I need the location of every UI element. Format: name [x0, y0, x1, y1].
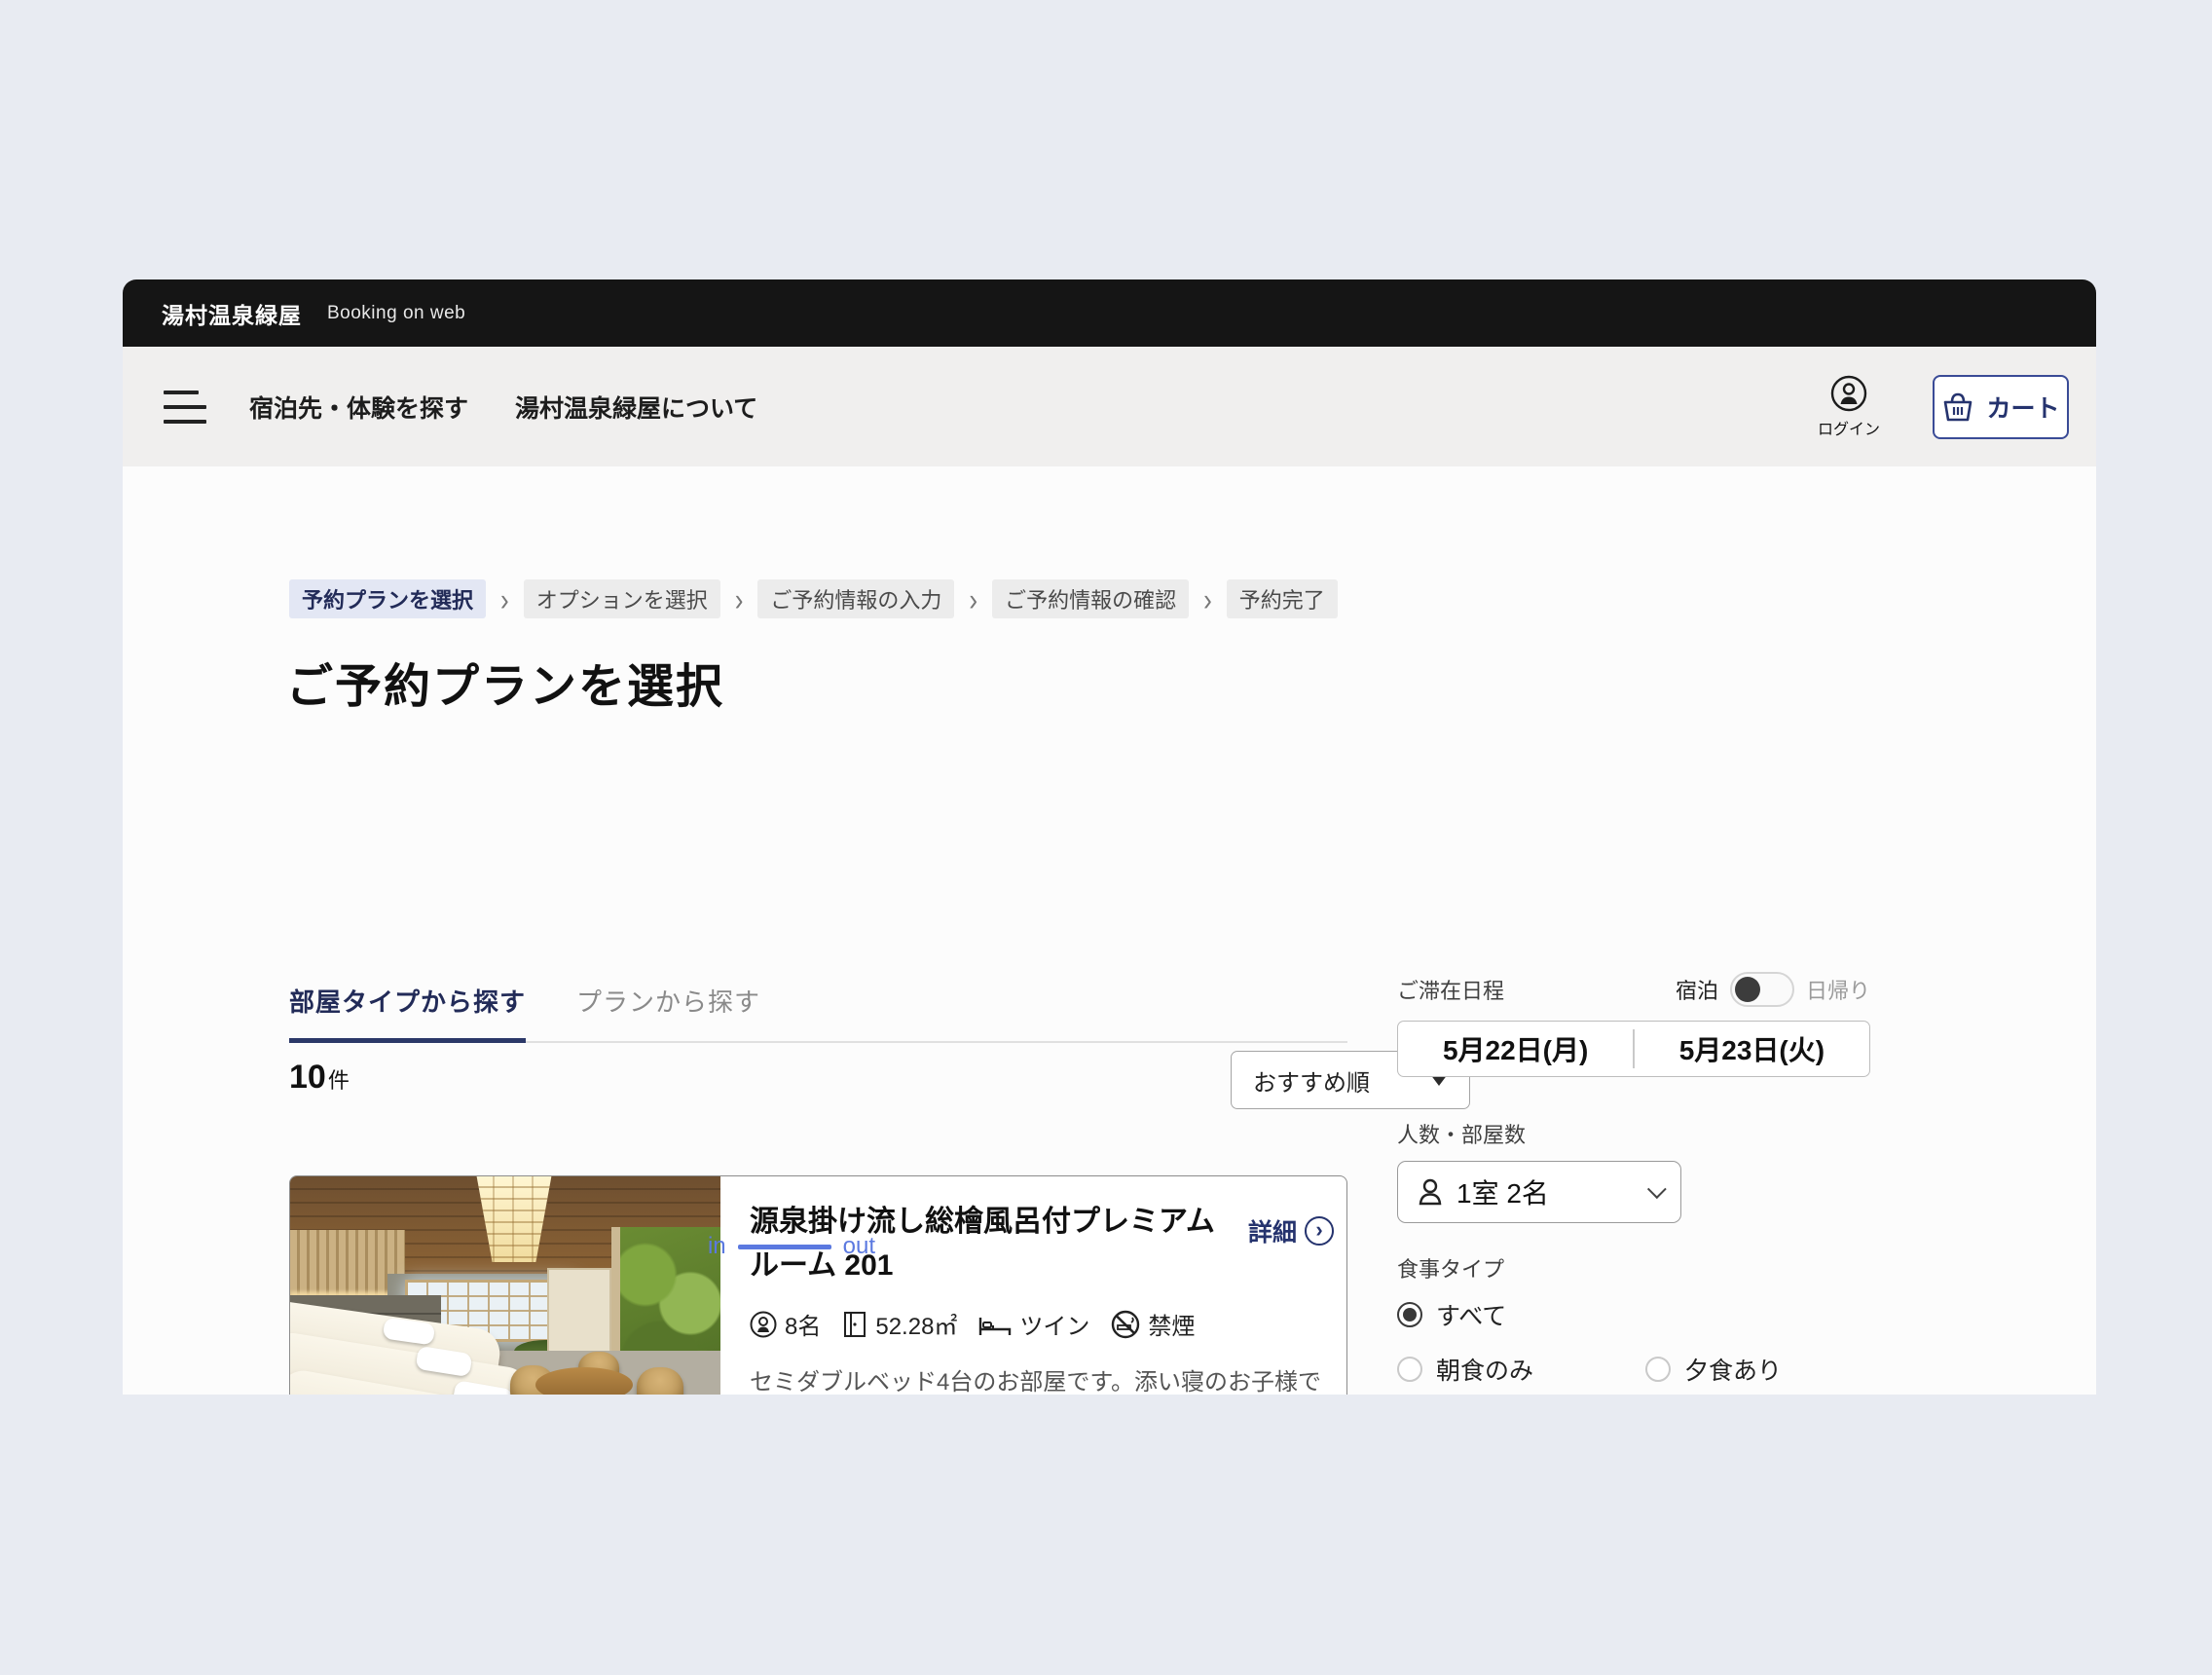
stay-dates-label: ご滞在日程	[1397, 974, 1504, 1005]
radio-icon	[1645, 1357, 1671, 1382]
date-range-picker[interactable]: 5月22日(月) 5月23日(火)	[1397, 1021, 1870, 1077]
nav-item-about[interactable]: 湯村温泉緑屋について	[515, 390, 757, 425]
guests-rooms-value: 1室 2名	[1456, 1172, 1549, 1211]
screenshot-stage: 湯村温泉緑屋 Booking on web 宿泊先・体験を探す 湯村温泉緑屋につ…	[0, 0, 2212, 1675]
chevron-right-icon: ›	[735, 583, 744, 615]
room-photo	[290, 1176, 720, 1395]
room-detail-link[interactable]: 詳細 ›	[1248, 1213, 1334, 1248]
chevron-right-icon: ›	[1203, 583, 1212, 615]
breadcrumb-step-select-plan[interactable]: 予約プランを選択	[289, 579, 486, 618]
nav-links: 宿泊先・体験を探す 湯村温泉緑屋について	[249, 390, 757, 425]
toggle-knob	[1735, 977, 1760, 1002]
radio-icon	[1397, 1357, 1422, 1382]
brand-name: 湯村温泉緑屋	[162, 297, 302, 330]
radio-selected-icon	[1397, 1302, 1422, 1327]
breadcrumb: 予約プランを選択 › オプションを選択 › ご予約情報の入力 › ご予約情報の確…	[289, 579, 1338, 618]
cart-basket-icon	[1941, 391, 1974, 423]
tab-by-plan[interactable]: プランから探す	[576, 983, 760, 1043]
product-name: Booking on web	[327, 303, 465, 324]
chevron-right-icon: ›	[969, 583, 977, 615]
radio-meal-all[interactable]: すべて	[1397, 1297, 1870, 1332]
spec-area: 52.28㎡	[842, 1307, 957, 1341]
meal-type-options: すべて 朝食のみ 夕食あり 夕朝食あり	[1397, 1297, 1870, 1395]
radio-meal-breakfast-only[interactable]: 朝食のみ	[1397, 1352, 1645, 1387]
toggle-label-daytrip: 日帰り	[1806, 974, 1870, 1005]
door-icon	[842, 1311, 867, 1338]
user-circle-icon	[1830, 375, 1867, 412]
result-count-number: 10	[289, 1059, 326, 1096]
nav-item-search-stays[interactable]: 宿泊先・体験を探す	[249, 390, 468, 425]
cart-button[interactable]: カート	[1933, 375, 2069, 439]
result-count: 10件	[289, 1059, 350, 1097]
search-tabs: 部屋タイプから探す プランから探す	[289, 983, 1347, 1043]
main-content: 予約プランを選択 › オプションを選択 › ご予約情報の入力 › ご予約情報の確…	[123, 466, 2096, 1395]
room-specs: 8名 52.28㎡	[750, 1307, 1334, 1341]
person-outline-icon	[1418, 1177, 1443, 1207]
toggle-label-stay: 宿泊	[1676, 974, 1718, 1005]
no-smoking-icon	[1111, 1310, 1140, 1339]
stay-daytrip-toggle[interactable]	[1730, 972, 1794, 1007]
login-label: ログイン	[1818, 416, 1880, 439]
detail-label: 詳細	[1248, 1213, 1297, 1248]
chevron-down-icon	[1647, 1179, 1667, 1199]
breadcrumb-step-confirm: ご予約情報の確認	[992, 579, 1189, 618]
hamburger-menu-icon[interactable]	[164, 391, 206, 424]
room-title: 源泉掛け流し総檜風呂付プレミアムルーム 201	[750, 1200, 1236, 1287]
spec-capacity: 8名	[750, 1307, 821, 1341]
booking-page-card: 湯村温泉緑屋 Booking on web 宿泊先・体験を探す 湯村温泉緑屋につ…	[123, 279, 2096, 1395]
nav-right: ログイン カート	[1818, 375, 2069, 439]
cart-label: カート	[1986, 390, 2059, 425]
search-sidebar: ご滞在日程 宿泊 日帰り 5月22日(月) 5月23日(火) 人数・部屋数	[1397, 972, 1870, 1395]
room-description: セミダブルベッド4台のお部屋です。添い寝のお子様でしたら4名様までご利用可能です…	[750, 1362, 1334, 1395]
tab-by-room-type[interactable]: 部屋タイプから探す	[289, 983, 526, 1043]
sort-value: おすすめ順	[1253, 1063, 1370, 1098]
stay-type-toggle-group: 宿泊 日帰り	[1676, 972, 1870, 1007]
breadcrumb-step-guest-info: ご予約情報の入力	[757, 579, 954, 618]
checkin-date[interactable]: 5月22日(月)	[1398, 1022, 1633, 1076]
radio-meal-dinner[interactable]: 夕食あり	[1645, 1352, 1870, 1387]
page-title: ご予約プランを選択	[286, 648, 724, 716]
spec-bed-type: ツイン	[978, 1307, 1089, 1341]
room-info: 源泉掛け流し総檜風呂付プレミアムルーム 201 詳細 ›	[720, 1176, 1363, 1395]
login-button[interactable]: ログイン	[1818, 375, 1880, 439]
breadcrumb-step-options: オプションを選択	[524, 579, 720, 618]
chevron-right-circle-icon: ›	[1305, 1216, 1334, 1246]
guests-rooms-label: 人数・部屋数	[1397, 1118, 1870, 1149]
main-navbar: 宿泊先・体験を探す 湯村温泉緑屋について ログイン	[123, 347, 2096, 466]
checkout-date[interactable]: 5月23日(火)	[1635, 1022, 1869, 1076]
room-card: 源泉掛け流し総檜風呂付プレミアムルーム 201 詳細 ›	[289, 1175, 1347, 1395]
person-icon	[750, 1311, 777, 1338]
guests-rooms-select[interactable]: 1室 2名	[1397, 1161, 1681, 1223]
chevron-right-icon: ›	[500, 583, 509, 615]
meal-type-label: 食事タイプ	[1397, 1252, 1870, 1284]
bed-icon	[978, 1312, 1012, 1337]
top-brand-bar: 湯村温泉緑屋 Booking on web	[123, 279, 2096, 347]
result-count-unit: 件	[328, 1068, 350, 1093]
spec-smoking: 禁煙	[1111, 1307, 1195, 1341]
breadcrumb-step-complete: 予約完了	[1227, 579, 1338, 618]
